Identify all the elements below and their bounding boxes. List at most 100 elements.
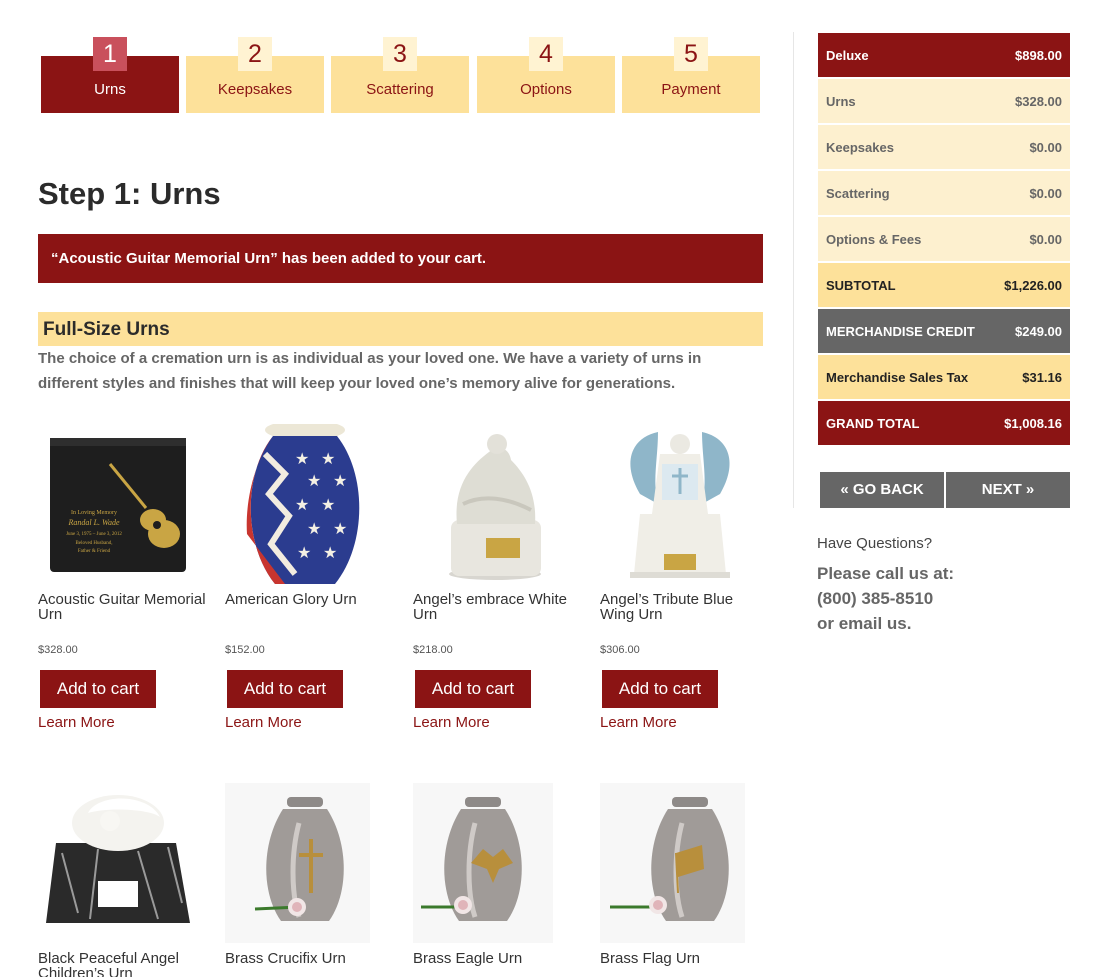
add-to-cart-button[interactable]: Add to cart xyxy=(227,670,343,708)
product-card: ★ ★ ★ ★ ★ ★ ★ ★ ★ ★ American Glory Urn $152.0… xyxy=(225,424,400,744)
summary-value: $0.00 xyxy=(1029,232,1062,247)
summary-label: Keepsakes xyxy=(826,140,894,155)
section-description: The choice of a cremation urn is as indi… xyxy=(38,350,702,392)
summary-value: $0.00 xyxy=(1029,186,1062,201)
go-back-button[interactable]: « GO BACK xyxy=(820,472,944,508)
summary-value: $1,008.16 xyxy=(1004,416,1062,431)
product-image-angels-embrace-urn[interactable] xyxy=(413,424,573,584)
summary-row-keepsakes: Keepsakes $0.00 xyxy=(818,125,1070,171)
svg-text:★: ★ xyxy=(307,521,321,538)
product-card: Brass Crucifix Urn xyxy=(225,783,400,977)
summary-label: Deluxe xyxy=(826,48,869,63)
learn-more-link[interactable]: Learn More xyxy=(38,714,115,731)
add-to-cart-button[interactable]: Add to cart xyxy=(40,670,156,708)
product-card: Brass Eagle Urn xyxy=(413,783,588,977)
summary-row-tax: Merchandise Sales Tax $31.16 xyxy=(818,355,1070,401)
step-tab-scattering[interactable]: 3 Scattering xyxy=(331,37,469,113)
summary-label: Urns xyxy=(826,94,856,109)
step-number: 3 xyxy=(383,37,417,71)
svg-text:★: ★ xyxy=(323,545,337,562)
summary-label: Scattering xyxy=(826,186,890,201)
product-name[interactable]: Angel’s embrace White Urn xyxy=(413,592,583,622)
svg-text:★: ★ xyxy=(333,473,347,490)
product-name[interactable]: Brass Crucifix Urn xyxy=(225,951,395,966)
phone-link[interactable]: (800) 385-8510 xyxy=(817,586,954,611)
step-label: Urns xyxy=(94,81,126,98)
product-name[interactable]: Brass Eagle Urn xyxy=(413,951,583,966)
summary-label: Merchandise Sales Tax xyxy=(826,370,969,385)
step-tab-options[interactable]: 4 Options xyxy=(477,37,615,113)
step-number: 2 xyxy=(238,37,272,71)
step-tab-keepsakes[interactable]: 2 Keepsakes xyxy=(186,37,324,113)
product-name[interactable]: American Glory Urn xyxy=(225,592,395,607)
section-heading: Full-Size Urns xyxy=(38,312,763,346)
add-to-cart-button[interactable]: Add to cart xyxy=(602,670,718,708)
learn-more-link[interactable]: Learn More xyxy=(600,714,677,731)
product-image-american-glory-urn[interactable]: ★ ★ ★ ★ ★ ★ ★ ★ ★ ★ xyxy=(225,424,385,584)
product-image-brass-eagle-urn[interactable] xyxy=(413,783,573,943)
product-price: $218.00 xyxy=(413,644,453,656)
engraving-text: In Loving Memory xyxy=(71,510,117,516)
summary-row-urns: Urns $328.00 xyxy=(818,79,1070,125)
contact-line: Please call us at: xyxy=(817,564,955,583)
product-price: $152.00 xyxy=(225,644,265,656)
summary-value: $898.00 xyxy=(1015,48,1062,63)
summary-value: $249.00 xyxy=(1015,324,1062,339)
summary-value: $328.00 xyxy=(1015,94,1062,109)
product-image-brass-flag-urn[interactable] xyxy=(600,783,760,943)
summary-label: SUBTOTAL xyxy=(826,278,896,293)
svg-text:★: ★ xyxy=(333,521,347,538)
checkout-steps: 1 Urns 2 Keepsakes 3 Scattering 4 Option… xyxy=(41,37,761,113)
order-summary: Deluxe $898.00 Urns $328.00 Keepsakes $0… xyxy=(818,33,1070,447)
engraving-text: Father & Friend xyxy=(78,549,111,554)
summary-label: MERCHANDISE CREDIT xyxy=(826,324,975,339)
questions-heading: Have Questions? xyxy=(817,535,933,552)
svg-text:★: ★ xyxy=(295,451,309,468)
product-image-angels-tribute-urn[interactable] xyxy=(600,424,760,584)
sidebar-divider xyxy=(793,32,794,508)
summary-row-credit: MERCHANDISE CREDIT $249.00 xyxy=(818,309,1070,355)
svg-text:★: ★ xyxy=(295,497,309,514)
next-button[interactable]: NEXT » xyxy=(946,472,1070,508)
email-link[interactable]: or email us. xyxy=(817,611,954,636)
summary-label: GRAND TOTAL xyxy=(826,416,920,431)
step-number: 5 xyxy=(674,37,708,71)
product-image-black-peaceful-angel-urn[interactable] xyxy=(38,783,198,943)
summary-value: $31.16 xyxy=(1022,370,1062,385)
learn-more-link[interactable]: Learn More xyxy=(225,714,302,731)
product-card: Angel’s embrace White Urn $218.00 Add to… xyxy=(413,424,588,744)
engraving-text: Randal L. Wade xyxy=(67,518,119,527)
summary-row-options: Options & Fees $0.00 xyxy=(818,217,1070,263)
page-title: Step 1: Urns xyxy=(38,176,221,211)
svg-text:★: ★ xyxy=(321,497,335,514)
product-name[interactable]: Black Peaceful Angel Children’s Urn xyxy=(38,951,208,977)
product-name[interactable]: Acoustic Guitar Memorial Urn xyxy=(38,592,208,622)
svg-text:★: ★ xyxy=(297,545,311,562)
product-card: Angel’s Tribute Blue Wing Urn $306.00 Ad… xyxy=(600,424,775,744)
cart-notice: “Acoustic Guitar Memorial Urn” has been … xyxy=(38,234,763,283)
summary-label: Options & Fees xyxy=(826,232,922,247)
product-price: $328.00 xyxy=(38,644,78,656)
step-tab-urns[interactable]: 1 Urns xyxy=(41,37,179,113)
engraving-text: Beloved Husband, xyxy=(76,541,113,546)
svg-text:★: ★ xyxy=(307,473,321,490)
step-label: Payment xyxy=(661,81,721,98)
summary-value: $1,226.00 xyxy=(1004,278,1062,293)
add-to-cart-button[interactable]: Add to cart xyxy=(415,670,531,708)
step-tab-payment[interactable]: 5 Payment xyxy=(622,37,760,113)
product-image-acoustic-guitar-urn[interactable]: In Loving Memory Randal L. Wade June 3, … xyxy=(38,424,198,584)
summary-row-grand-total: GRAND TOTAL $1,008.16 xyxy=(818,401,1070,447)
summary-row-subtotal: SUBTOTAL $1,226.00 xyxy=(818,263,1070,309)
svg-text:★: ★ xyxy=(321,451,335,468)
learn-more-link[interactable]: Learn More xyxy=(413,714,490,731)
product-card: Brass Flag Urn xyxy=(600,783,775,977)
product-card: In Loving Memory Randal L. Wade June 3, … xyxy=(38,424,213,744)
product-image-brass-crucifix-urn[interactable] xyxy=(225,783,385,943)
contact-info: Please call us at: (800) 385-8510 or ema… xyxy=(817,561,954,636)
product-name[interactable]: Brass Flag Urn xyxy=(600,951,770,966)
product-price: $306.00 xyxy=(600,644,640,656)
step-label: Scattering xyxy=(366,81,434,98)
step-label: Options xyxy=(520,81,572,98)
product-name[interactable]: Angel’s Tribute Blue Wing Urn xyxy=(600,592,770,622)
summary-row-package: Deluxe $898.00 xyxy=(818,33,1070,79)
